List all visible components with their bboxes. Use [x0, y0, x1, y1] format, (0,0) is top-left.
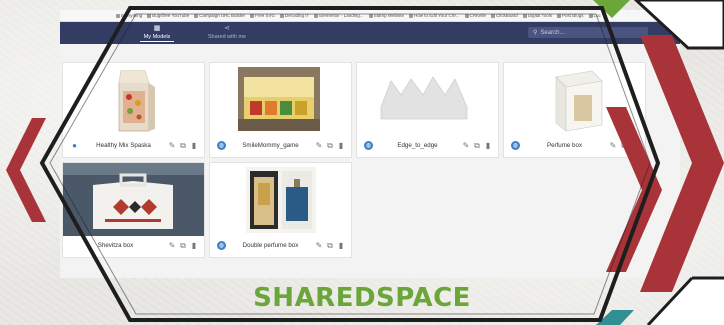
decorative-frame [6, 0, 724, 325]
hexagon-outline [39, 6, 661, 322]
red-chevron-right [640, 35, 724, 292]
red-chevron-small [606, 107, 662, 272]
headline: SHAREDSPACE [253, 283, 471, 313]
